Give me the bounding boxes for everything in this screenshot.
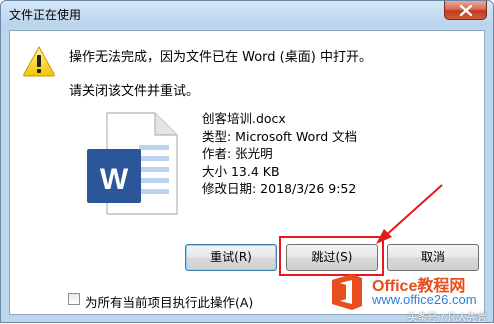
retry-button[interactable]: 重试(R): [185, 244, 277, 271]
watermark-credit: 头条号 / 凡人先言: [407, 313, 487, 324]
warning-icon: [23, 45, 55, 77]
svg-text:W: W: [100, 163, 129, 196]
close-button[interactable]: [444, 1, 487, 20]
watermark-url: www.office26.com: [372, 292, 477, 307]
close-icon: [459, 5, 473, 16]
file-modified-date: 修改日期: 2018/3/26 9:52: [202, 181, 357, 196]
instruction-message: 请关闭该文件并重试。: [69, 84, 200, 99]
title-bar[interactable]: 文件正在使用: [1, 1, 493, 26]
apply-all-checkbox[interactable]: [68, 293, 80, 305]
apply-all-label[interactable]: 为所有当前项目执行此操作(A): [85, 292, 253, 311]
error-message: 操作无法完成，因为文件已在 Word (桌面) 中打开。: [69, 50, 372, 65]
file-name: 创客培训.docx: [202, 111, 286, 126]
file-type: 类型: Microsoft Word 文档: [202, 128, 358, 144]
site-watermark: Office教程网 www.office26.com 头条号 / 凡人先言: [328, 268, 493, 324]
file-author: 作者: 张光明: [202, 146, 273, 161]
word-document-icon: W: [87, 112, 178, 215]
red-arrow-annotation: [376, 184, 443, 244]
office-logo-icon: [332, 274, 362, 310]
file-details: 创客培训.docx 类型: Microsoft Word 文档 作者: 张光明 …: [202, 110, 357, 198]
file-size: 大小 13.4 KB: [202, 163, 280, 179]
window-title: 文件正在使用: [9, 8, 82, 22]
